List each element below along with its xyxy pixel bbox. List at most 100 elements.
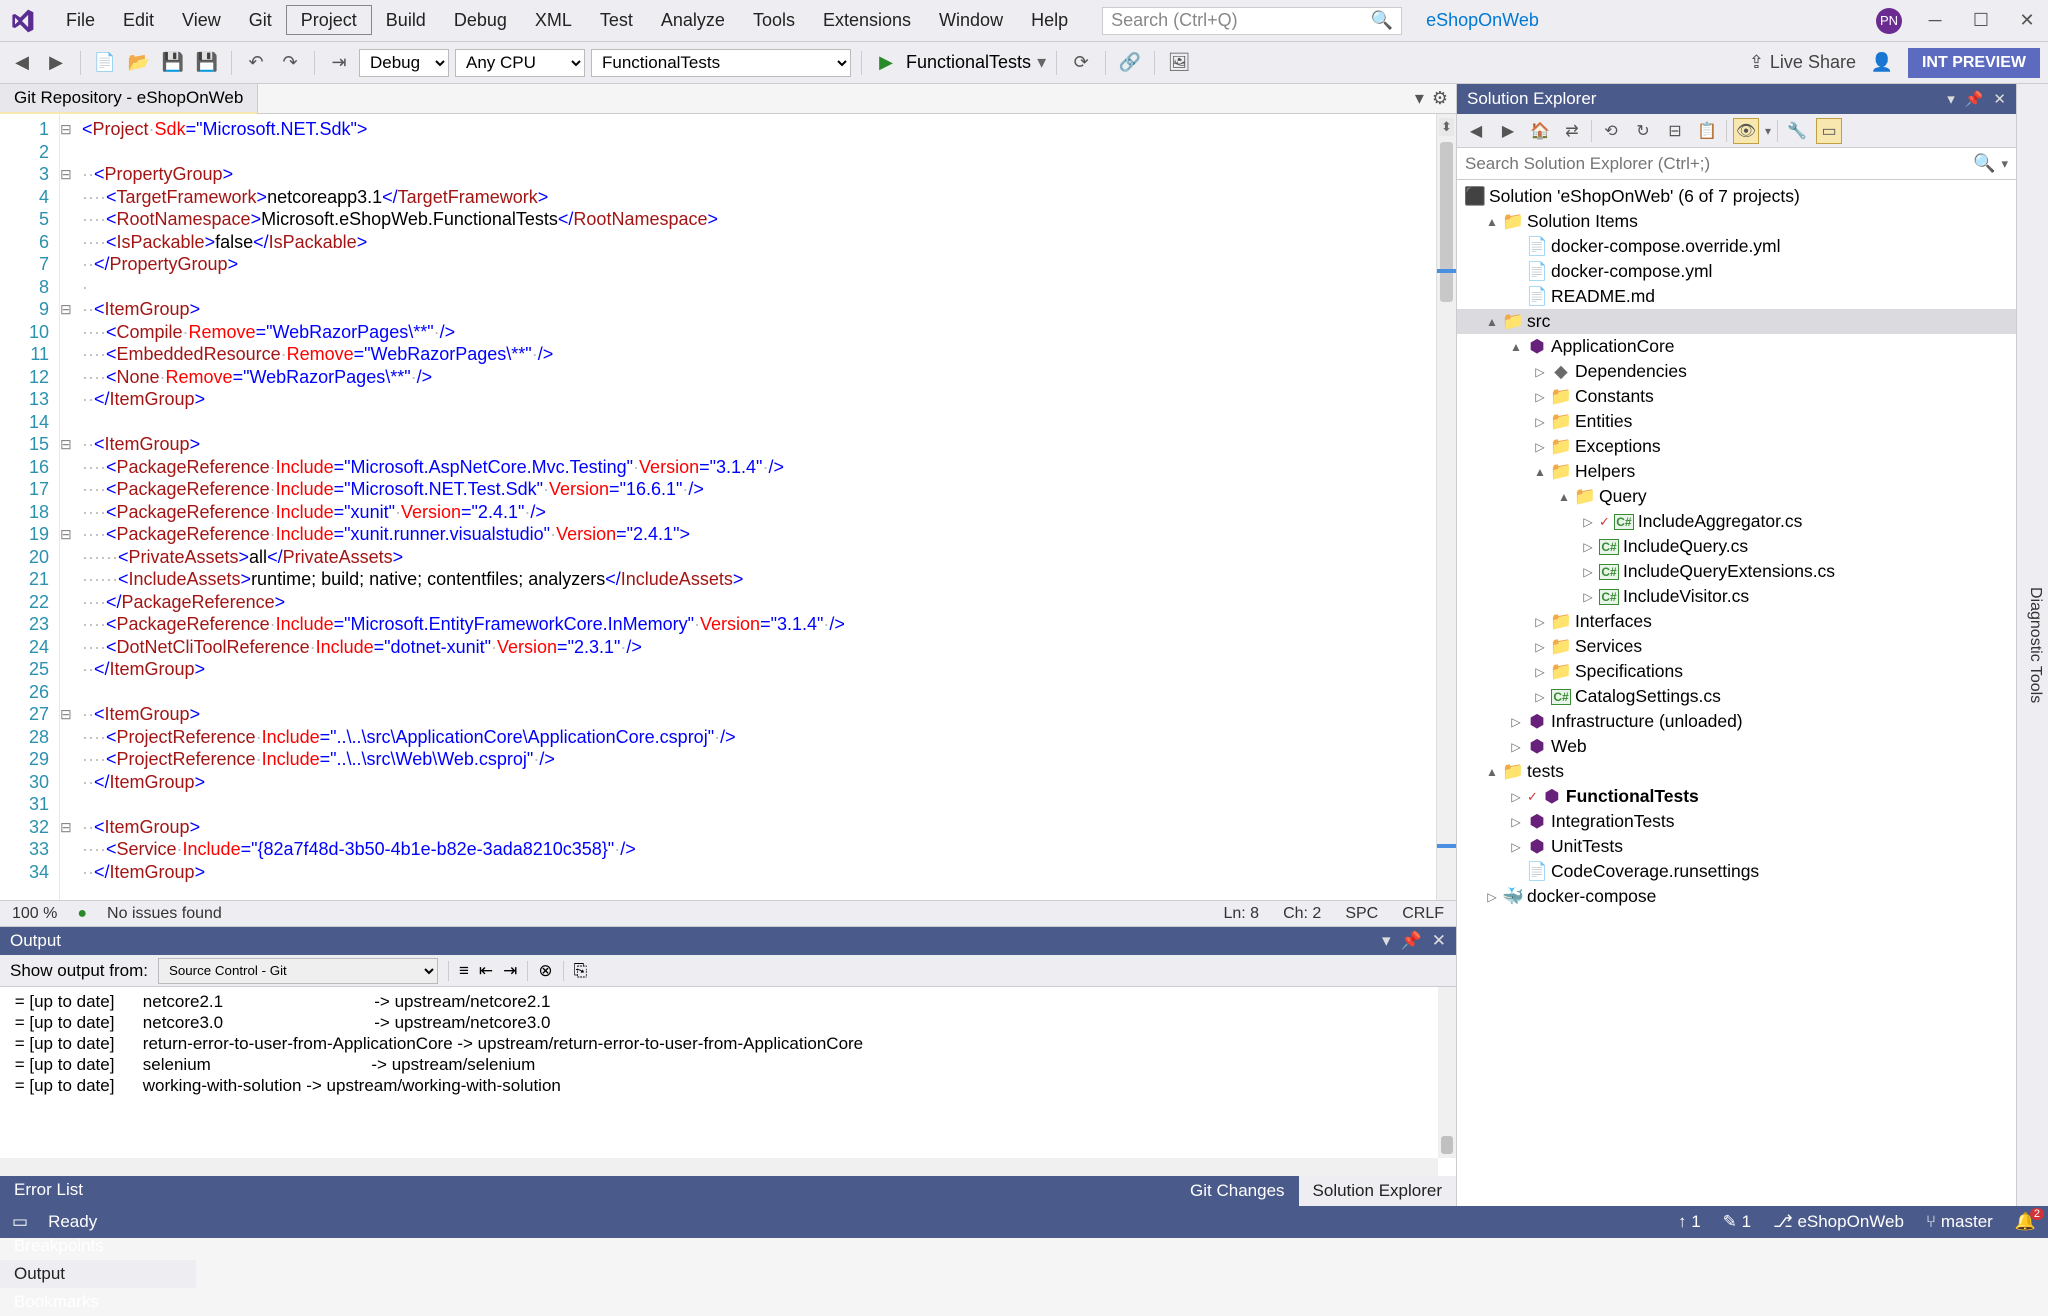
expand-icon[interactable]: ▷	[1509, 740, 1523, 754]
preview-button[interactable]: INT PREVIEW	[1908, 48, 2040, 78]
sol-view-icon[interactable]: ▭	[1816, 118, 1842, 144]
expand-icon[interactable]: ▲	[1533, 465, 1547, 479]
push-indicator[interactable]: ↑ 1	[1678, 1212, 1701, 1232]
code-editor[interactable]: 1234567891011121314151617181920212223242…	[0, 114, 1456, 900]
zoom-level[interactable]: 100 %	[12, 905, 57, 923]
tree-item[interactable]: ▷⬢UnitTests	[1457, 834, 2016, 859]
sol-home-icon[interactable]: 🏠	[1527, 118, 1553, 144]
expand-icon[interactable]: ▷	[1509, 790, 1523, 804]
bottom-tab-output[interactable]: Output	[0, 1260, 196, 1288]
tree-item[interactable]: ▷C#IncludeVisitor.cs	[1457, 584, 2016, 609]
expand-icon[interactable]: ▷	[1581, 515, 1595, 529]
expand-icon[interactable]: ▷	[1533, 640, 1547, 654]
scroll-thumb[interactable]	[1440, 142, 1453, 302]
sol-showall-icon[interactable]: 📋	[1694, 118, 1720, 144]
tree-item[interactable]: ▲⬢ApplicationCore	[1457, 334, 2016, 359]
expand-icon[interactable]: ▲	[1485, 215, 1499, 229]
repo-indicator[interactable]: ⎇ eShopOnWeb	[1773, 1212, 1904, 1232]
expand-icon[interactable]: ▲	[1485, 765, 1499, 779]
tree-item[interactable]: 📄docker-compose.yml	[1457, 259, 2016, 284]
menu-view[interactable]: View	[168, 6, 235, 34]
save-all-icon[interactable]: 💾	[193, 49, 221, 77]
browser-link-icon[interactable]: 🔗	[1116, 49, 1144, 77]
expand-icon[interactable]: ▷	[1533, 365, 1547, 379]
refresh-icon[interactable]: ⟳	[1067, 49, 1095, 77]
output-scrollbar-v[interactable]	[1438, 987, 1456, 1158]
close-icon[interactable]: ✕	[2014, 8, 2040, 34]
sol-preview-drop[interactable]: ▾	[1765, 124, 1771, 138]
menu-git[interactable]: Git	[235, 6, 286, 34]
output-header[interactable]: Output ▾ 📌 ✕	[0, 927, 1456, 955]
nav-fwd-icon[interactable]: ▶	[42, 49, 70, 77]
changes-indicator[interactable]: ✎ 1	[1723, 1212, 1751, 1232]
output-wrap-icon[interactable]: ⊗	[538, 961, 552, 981]
expand-icon[interactable]: ▷	[1581, 540, 1595, 554]
step-icon[interactable]: ⇥	[325, 49, 353, 77]
menu-test[interactable]: Test	[586, 6, 647, 34]
menu-edit[interactable]: Edit	[109, 6, 168, 34]
tree-item[interactable]: ▲📁Helpers	[1457, 459, 2016, 484]
solution-header[interactable]: Solution Explorer ▾ 📌 ✕	[1457, 84, 2016, 114]
tree-item[interactable]: ▷📁Constants	[1457, 384, 2016, 409]
menu-extensions[interactable]: Extensions	[809, 6, 925, 34]
new-project-icon[interactable]: 📄	[91, 49, 119, 77]
project-name[interactable]: eShopOnWeb	[1426, 10, 1539, 31]
sol-refresh-icon[interactable]: ↻	[1630, 118, 1656, 144]
sol-properties-icon[interactable]: 🔧	[1784, 118, 1810, 144]
sol-fwd-icon[interactable]: ▶	[1495, 118, 1521, 144]
tree-item[interactable]: ▲📁tests	[1457, 759, 2016, 784]
tree-item[interactable]: ▷✓C#IncludeAggregator.cs	[1457, 509, 2016, 534]
startup-select[interactable]: FunctionalTests	[591, 49, 851, 77]
output-outdent-icon[interactable]: ⇥	[503, 961, 517, 981]
solution-search[interactable]: 🔍 ▾	[1457, 148, 2016, 180]
tab-settings-icon[interactable]: ⚙	[1432, 88, 1448, 109]
bottom-tab-bookmarks[interactable]: Bookmarks	[0, 1288, 196, 1316]
run-icon[interactable]: ▶	[872, 49, 900, 77]
sol-pin-icon[interactable]: 📌	[1965, 90, 1984, 108]
output-indent-icon[interactable]: ⇤	[479, 961, 493, 981]
split-icon[interactable]: ⬍	[1439, 118, 1454, 136]
global-search[interactable]: Search (Ctrl+Q) 🔍	[1102, 7, 1402, 35]
tree-item[interactable]: ▲📁Solution Items	[1457, 209, 2016, 234]
sol-sync-icon[interactable]: ⟲	[1598, 118, 1624, 144]
expand-icon[interactable]: ▷	[1509, 815, 1523, 829]
solution-search-input[interactable]	[1465, 154, 1973, 174]
tree-item[interactable]: ▷◆Dependencies	[1457, 359, 2016, 384]
solution-tree[interactable]: ⬛ Solution 'eShopOnWeb' (6 of 7 projects…	[1457, 180, 2016, 1206]
expand-icon[interactable]: ▷	[1533, 390, 1547, 404]
tree-item[interactable]: ▷⬢Infrastructure (unloaded)	[1457, 709, 2016, 734]
sol-close-icon[interactable]: ✕	[1993, 90, 2006, 108]
branch-indicator[interactable]: ⑂ master	[1926, 1212, 1993, 1232]
menu-tools[interactable]: Tools	[739, 6, 809, 34]
tree-item[interactable]: ▲📁src	[1457, 309, 2016, 334]
user-avatar[interactable]: PN	[1876, 8, 1902, 34]
doc-tab[interactable]: Git Repository - eShopOnWeb	[0, 84, 258, 112]
config-select[interactable]: Debug	[359, 49, 449, 77]
output-source-select[interactable]: Source Control - Git	[158, 958, 438, 984]
tree-item[interactable]: ▷🐳docker-compose	[1457, 884, 2016, 909]
bottom-tab-error-list[interactable]: Error List	[0, 1176, 196, 1204]
tree-item[interactable]: ▷📁Services	[1457, 634, 2016, 659]
fold-column[interactable]: ⊟ ⊟ ⊟ ⊟ ⊟ ⊟ ⊟	[60, 114, 76, 900]
menu-window[interactable]: Window	[925, 6, 1017, 34]
line-ending[interactable]: CRLF	[1402, 905, 1444, 923]
run-target[interactable]: FunctionalTests	[906, 52, 1031, 73]
save-icon[interactable]: 💾	[159, 49, 187, 77]
tree-item[interactable]: ▷⬢IntegrationTests	[1457, 809, 2016, 834]
menu-build[interactable]: Build	[372, 6, 440, 34]
sol-preview-icon[interactable]: 👁	[1733, 118, 1759, 144]
tree-item[interactable]: ▷📁Entities	[1457, 409, 2016, 434]
undo-icon[interactable]: ↶	[242, 49, 270, 77]
run-dropdown-icon[interactable]: ▾	[1037, 52, 1046, 73]
sol-switch-icon[interactable]: ⇄	[1559, 118, 1585, 144]
menu-xml[interactable]: XML	[521, 6, 586, 34]
menu-debug[interactable]: Debug	[440, 6, 521, 34]
expand-icon[interactable]: ▷	[1533, 690, 1547, 704]
tree-item[interactable]: ▷C#IncludeQueryExtensions.cs	[1457, 559, 2016, 584]
expand-icon[interactable]: ▷	[1533, 415, 1547, 429]
diagnostic-tools-rail[interactable]: Diagnostic Tools	[2016, 84, 2048, 1206]
redo-icon[interactable]: ↷	[276, 49, 304, 77]
code-content[interactable]: <Project·Sdk="Microsoft.NET.Sdk"> ··<Pro…	[76, 114, 1436, 900]
notifications-icon[interactable]: 🔔2	[2015, 1212, 2036, 1232]
output-goto-icon[interactable]: ⎘	[574, 961, 588, 981]
